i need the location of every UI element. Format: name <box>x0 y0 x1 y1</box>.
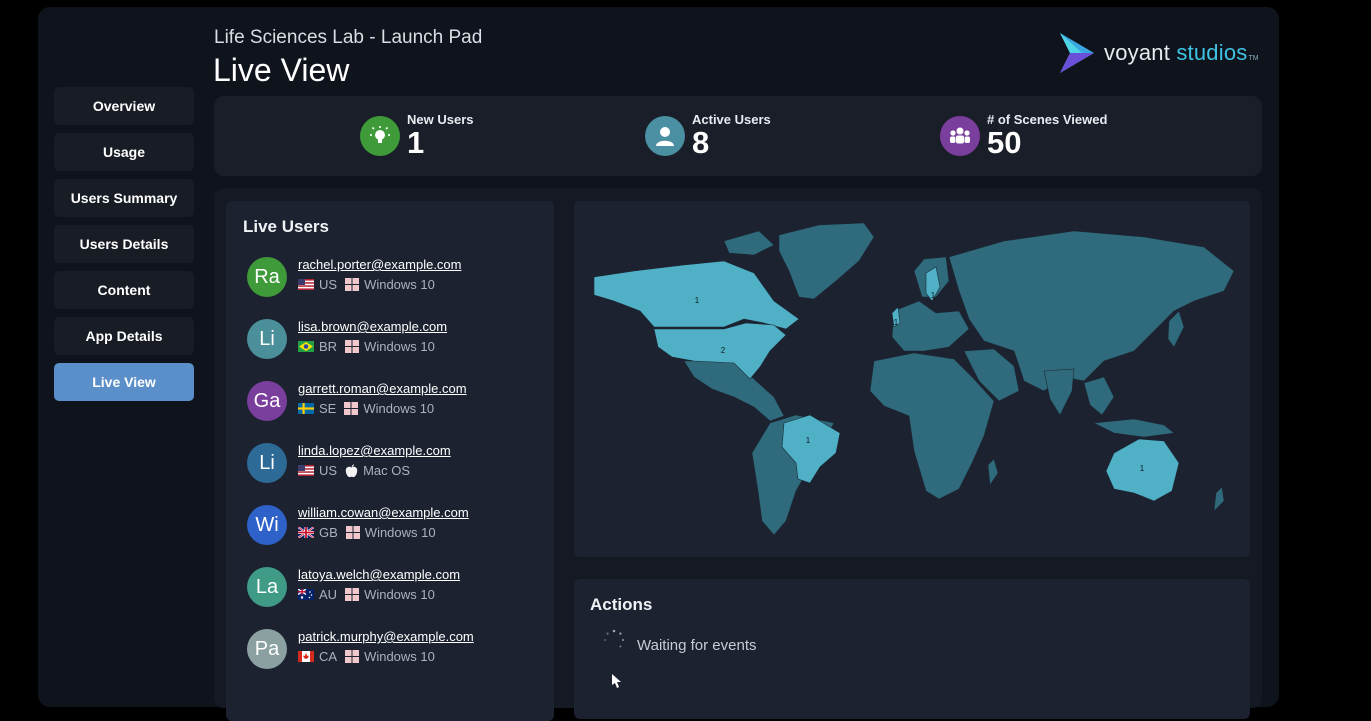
logo-tm: TM <box>1248 54 1259 62</box>
map-count-brazil: 1 <box>806 436 811 445</box>
user-icon <box>645 116 685 156</box>
user-country: US <box>319 277 338 292</box>
map-count-australia: 1 <box>1140 464 1145 473</box>
nav-overview[interactable]: Overview <box>54 87 194 125</box>
sidebar-nav: Overview Usage Users Summary Users Detai… <box>54 87 194 409</box>
logo-text: voyant studios <box>1104 40 1247 66</box>
nav-app-details[interactable]: App Details <box>54 317 194 355</box>
user-country: US <box>319 463 338 478</box>
main-content: Live Users Ra rachel.porter@example.com … <box>214 188 1262 721</box>
list-item: Ga garrett.roman@example.com SE Windows … <box>247 381 547 431</box>
map-count-sweden: 1 <box>931 291 936 300</box>
user-email-link[interactable]: linda.lopez@example.com <box>298 443 451 458</box>
world-map-svg: 1 2 1 1 1 1 <box>593 222 1235 536</box>
user-meta: SE Windows 10 <box>298 401 434 416</box>
stat-value: 1 <box>407 125 425 160</box>
us-flag-icon <box>298 465 314 476</box>
windows-icon <box>345 588 360 601</box>
user-os: Windows 10 <box>364 277 435 292</box>
au-flag-icon <box>298 589 314 600</box>
user-email-link[interactable]: garrett.roman@example.com <box>298 381 467 396</box>
user-meta: GB Windows 10 <box>298 525 436 540</box>
user-meta: US Mac OS <box>298 463 410 478</box>
list-item: Pa patrick.murphy@example.com CA Windows… <box>247 629 547 679</box>
mouse-cursor-icon <box>612 674 622 693</box>
user-os: Windows 10 <box>364 649 435 664</box>
stat-value: 50 <box>987 125 1022 160</box>
list-item: Ra rachel.porter@example.com US Windows … <box>247 257 547 307</box>
br-flag-icon <box>298 341 314 352</box>
avatar: Wi <box>247 505 287 545</box>
list-item: Li linda.lopez@example.com US Mac OS <box>247 443 547 493</box>
live-users-panel: Live Users Ra rachel.porter@example.com … <box>226 201 554 721</box>
nav-live-view[interactable]: Live View <box>54 363 194 401</box>
user-os: Windows 10 <box>364 587 435 602</box>
list-item: La latoya.welch@example.com AU Windows 1… <box>247 567 547 617</box>
nav-users-summary[interactable]: Users Summary <box>54 179 194 217</box>
user-os: Windows 10 <box>364 339 435 354</box>
user-email-link[interactable]: william.cowan@example.com <box>298 505 469 520</box>
world-map[interactable]: 1 2 1 1 1 1 <box>574 201 1250 557</box>
user-meta: BR Windows 10 <box>298 339 435 354</box>
avatar: Li <box>247 443 287 483</box>
page-title: Live View <box>213 52 350 88</box>
user-country: CA <box>319 649 338 664</box>
voyant-logo: voyant studios TM <box>1056 31 1259 75</box>
user-country: BR <box>319 339 338 354</box>
actions-panel: Actions Waiting for events <box>574 579 1250 719</box>
user-meta: US Windows 10 <box>298 277 435 292</box>
us-flag-icon <box>298 279 314 290</box>
stat-active-users: Active Users 8 <box>645 112 771 159</box>
map-count-uk: 1 <box>894 318 899 327</box>
user-meta: CA Windows 10 <box>298 649 435 664</box>
user-os: Windows 10 <box>363 401 435 416</box>
ca-flag-icon <box>298 651 314 662</box>
user-os: Windows 10 <box>364 525 436 540</box>
se-flag-icon <box>298 403 314 414</box>
user-email-link[interactable]: patrick.murphy@example.com <box>298 629 474 644</box>
map-count-usa: 2 <box>721 346 726 355</box>
live-users-title: Live Users <box>243 217 329 236</box>
user-meta: AU Windows 10 <box>298 587 435 602</box>
page-subtitle: Life Sciences Lab - Launch Pad <box>214 27 483 48</box>
avatar: Ra <box>247 257 287 297</box>
user-email-link[interactable]: rachel.porter@example.com <box>298 257 461 272</box>
logo-name: voyant <box>1104 40 1171 65</box>
actions-title: Actions <box>590 595 653 614</box>
windows-icon <box>345 278 360 291</box>
app-window: Life Sciences Lab - Launch Pad Live View… <box>38 7 1279 721</box>
nav-usage[interactable]: Usage <box>54 133 194 171</box>
loading-spinner-icon <box>602 628 626 657</box>
nav-users-details[interactable]: Users Details <box>54 225 194 263</box>
stat-new-users: New Users 1 <box>360 112 473 159</box>
lightbulb-icon <box>360 116 400 156</box>
user-email-link[interactable]: latoya.welch@example.com <box>298 567 460 582</box>
avatar: La <box>247 567 287 607</box>
waiting-status: Waiting for events <box>637 637 757 654</box>
stats-card: New Users 1 Active Users 8 # of Scenes V… <box>214 96 1262 176</box>
avatar: Pa <box>247 629 287 669</box>
user-country: SE <box>319 401 337 416</box>
nav-content[interactable]: Content <box>54 271 194 309</box>
stat-scenes-viewed: # of Scenes Viewed 50 <box>940 112 1107 159</box>
user-country: GB <box>319 525 338 540</box>
logo-accent: studios <box>1176 40 1248 65</box>
user-country: AU <box>319 587 338 602</box>
group-icon <box>940 116 980 156</box>
windows-icon <box>345 340 360 353</box>
user-email-link[interactable]: lisa.brown@example.com <box>298 319 447 334</box>
avatar: Ga <box>247 381 287 421</box>
user-os: Mac OS <box>363 463 411 478</box>
windows-icon <box>345 650 360 663</box>
map-count-canada: 1 <box>695 296 700 305</box>
voyant-logo-icon <box>1060 33 1094 73</box>
windows-icon <box>344 402 359 415</box>
avatar: Li <box>247 319 287 359</box>
gb-flag-icon <box>298 527 314 538</box>
windows-icon <box>345 526 360 539</box>
apple-icon <box>345 463 358 478</box>
list-item: Li lisa.brown@example.com BR Windows 10 <box>247 319 547 369</box>
stat-value: 8 <box>692 125 710 160</box>
list-item: Wi william.cowan@example.com GB Windows … <box>247 505 547 555</box>
